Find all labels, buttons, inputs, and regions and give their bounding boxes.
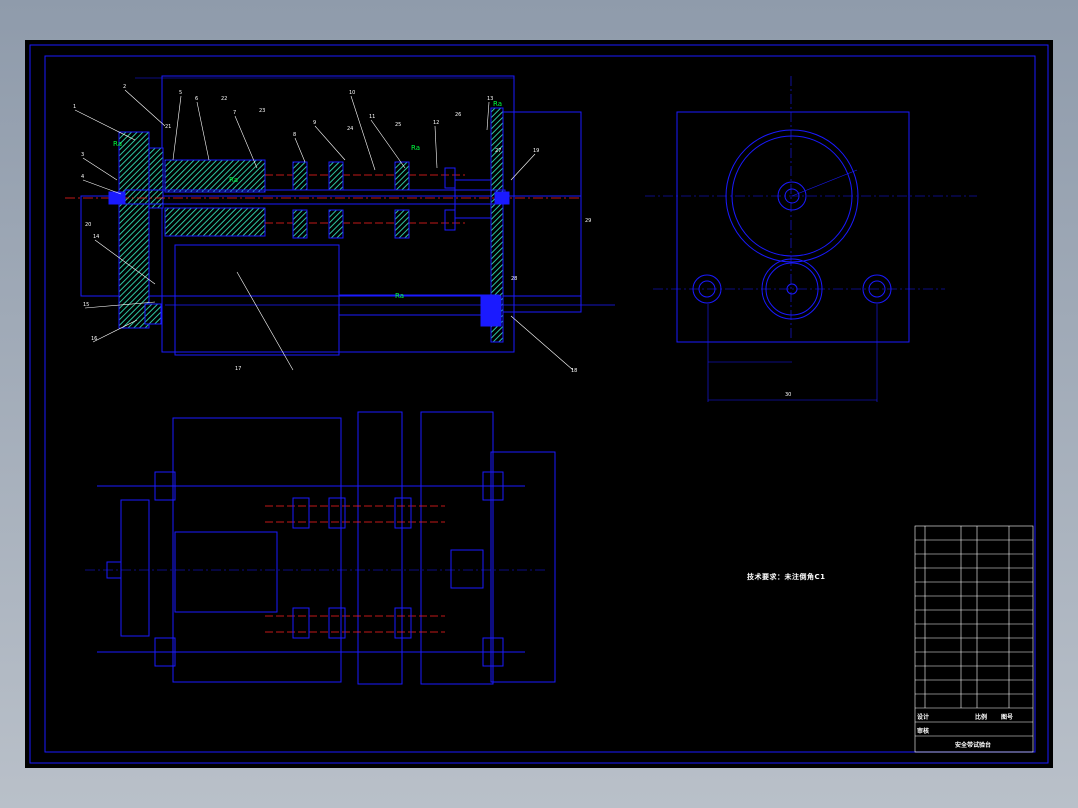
part-number-label: 7 xyxy=(233,110,236,116)
part-number-label: 26 xyxy=(455,112,461,118)
part-number-label: 15 xyxy=(83,302,89,308)
front-section-view xyxy=(65,75,615,356)
part-number-label: 12 xyxy=(433,120,439,126)
title-block-scale-label: 比例 xyxy=(975,714,988,721)
part-number-label: 9 xyxy=(313,120,316,126)
svg-text:Ra: Ra xyxy=(229,176,238,184)
part-number-label: 3 xyxy=(81,152,84,158)
title-block-sheet-label: 图号 xyxy=(1001,714,1014,721)
part-number-label: 28 xyxy=(511,276,517,282)
part-number-label: 24 xyxy=(347,126,353,132)
part-number-label: 18 xyxy=(571,368,577,374)
svg-text:Ra: Ra xyxy=(493,100,502,108)
title-block-check-label: 审核 xyxy=(917,728,930,735)
part-number-label: 19 xyxy=(533,148,539,154)
dimension-marks: Ra Ra Ra Ra Ra xyxy=(113,100,502,300)
part-number-label: 17 xyxy=(235,366,241,372)
part-number-label: 13 xyxy=(487,96,493,102)
title-block xyxy=(914,525,1034,753)
technical-requirements-note: 技术要求：未注倒角C1 xyxy=(747,573,826,581)
part-number-label: 21 xyxy=(165,124,171,130)
cad-viewport[interactable]: Ra Ra Ra Ra Ra 1 2 3 4 5 6 7 8 9 10 11 1… xyxy=(25,40,1053,768)
svg-text:Ra: Ra xyxy=(113,140,122,148)
part-number-label: 4 xyxy=(81,174,84,180)
part-number-label: 30 xyxy=(785,392,791,398)
part-number-label: 6 xyxy=(195,96,198,102)
part-number-label: 25 xyxy=(395,122,401,128)
svg-text:Ra: Ra xyxy=(395,292,404,300)
part-number-label: 1 xyxy=(73,104,76,110)
part-number-label: 11 xyxy=(369,114,375,120)
mechanical-drawing: Ra Ra Ra Ra Ra 1234567891011121314151617… xyxy=(29,44,1049,764)
top-view xyxy=(85,411,556,685)
part-number-label: 29 xyxy=(585,218,591,224)
part-number-label: 5 xyxy=(179,90,182,96)
side-view xyxy=(645,76,977,402)
part-number-label: 8 xyxy=(293,132,296,138)
svg-text:Ra: Ra xyxy=(411,144,420,152)
part-number-label: 10 xyxy=(349,90,355,96)
part-number-label: 20 xyxy=(85,222,91,228)
part-number-label: 27 xyxy=(495,148,501,154)
part-number-label: 16 xyxy=(91,336,97,342)
title-block-drawn-label: 设计 xyxy=(917,714,930,721)
part-number-label: 2 xyxy=(123,84,126,90)
part-number-label: 23 xyxy=(259,108,265,114)
part-number-label: 14 xyxy=(93,234,99,240)
drawing-title: 安全带试验台 xyxy=(955,742,992,749)
part-number-label: 22 xyxy=(221,96,227,102)
